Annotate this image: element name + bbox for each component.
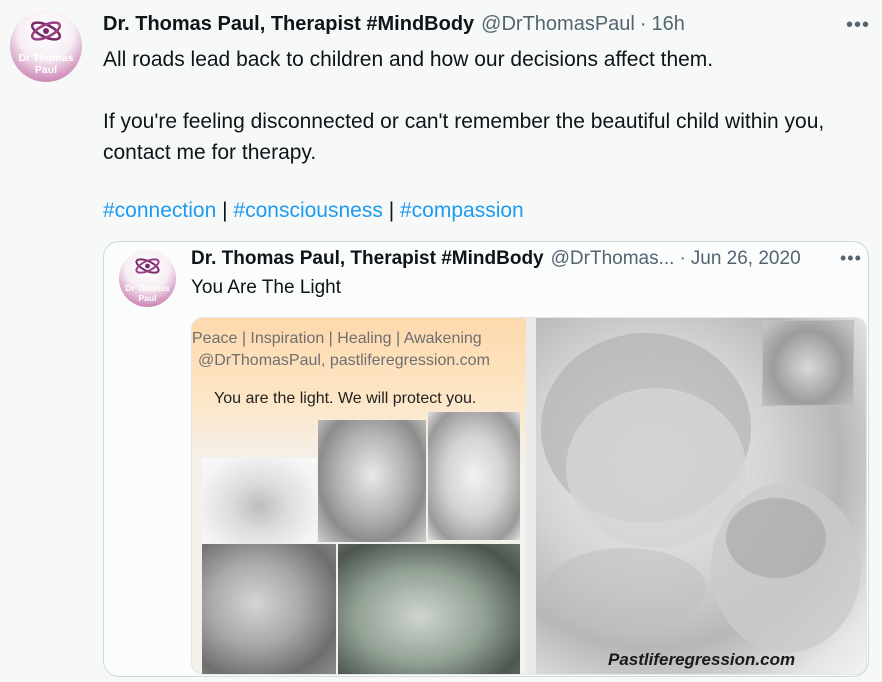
quoted-tweet-media[interactable]: Peace | Inspiration | Healing | Awakenin… (191, 317, 867, 675)
media-caption-line3: You are the light. We will protect you. (214, 390, 477, 407)
quoted-author-name[interactable]: Dr. Thomas Paul, Therapist #MindBody (191, 248, 544, 270)
quoted-author-handle[interactable]: @DrThomas... (551, 248, 675, 270)
media-caption-line2: @DrThomasPaul, pastliferegression.com (198, 352, 490, 369)
media-watermark: Pastliferegression.com (608, 650, 796, 669)
header-separator: · (639, 13, 647, 35)
avatar-text-line2: Paul (34, 64, 58, 76)
tweet[interactable]: Dr Thomas Paul Dr. Thomas Paul, Therapis… (0, 0, 882, 682)
avatar-text-line1: Dr Thomas (18, 52, 74, 64)
quoted-tweet-date[interactable]: Jun 26, 2020 (691, 248, 801, 270)
sketch-baby-eyes-image (202, 544, 336, 674)
more-options-icon[interactable]: ••• (846, 14, 872, 36)
tweet-time[interactable]: 16h (652, 13, 685, 36)
hashtag-list: #connection | #consciousness | #compassi… (103, 195, 524, 226)
author-avatar[interactable]: Dr Thomas Paul (10, 10, 82, 82)
sketch-baby-hands-image (202, 458, 316, 546)
quoted-tweet-header: Dr. Thomas Paul, Therapist #MindBody @Dr… (191, 248, 801, 270)
collage-left-panel: Peace | Inspiration | Healing | Awakenin… (192, 318, 526, 674)
author-handle[interactable]: @DrThomasPaul (481, 13, 635, 36)
media-caption-line1: Peace | Inspiration | Healing | Awakenin… (192, 330, 482, 347)
mindbody-logo-icon (30, 21, 62, 41)
sketch-hooded-baby-image (318, 420, 426, 542)
sketch-child-portrait-image (762, 320, 854, 406)
hashtag-separator: | (388, 199, 395, 222)
sketch-baby-face-image (428, 412, 520, 540)
tweet-header: Dr. Thomas Paul, Therapist #MindBody @Dr… (103, 13, 685, 39)
hashtag-separator: | (222, 199, 228, 222)
quoted-more-options-icon[interactable]: ••• (840, 248, 862, 269)
collage-right-panel: Pastliferegression.com (536, 318, 866, 674)
quoted-avatar-text-line1: Dr Thomas (125, 283, 170, 293)
sketch-sleeping-baby-image (338, 544, 520, 674)
quoted-avatar-text-line2: Paul (138, 293, 157, 303)
quoted-tweet-text: You Are The Light (191, 277, 342, 298)
tweet-text-line2: If you're feeling disconnected or can't … (103, 110, 825, 164)
author-name[interactable]: Dr. Thomas Paul, Therapist #MindBody (103, 13, 474, 36)
hashtag-compassion[interactable]: #compassion (400, 199, 524, 222)
mindbody-logo-icon (135, 258, 160, 274)
quoted-header-separator: · (679, 248, 686, 269)
quoted-author-avatar[interactable]: Dr Thomas Paul (119, 250, 176, 307)
tweet-text-line1: All roads lead back to children and how … (103, 48, 714, 71)
hashtag-connection[interactable]: #connection (103, 199, 216, 222)
hashtag-consciousness[interactable]: #consciousness (233, 199, 382, 222)
quoted-tweet[interactable]: Dr Thomas Paul Dr. Thomas Paul, Therapis… (103, 241, 869, 677)
